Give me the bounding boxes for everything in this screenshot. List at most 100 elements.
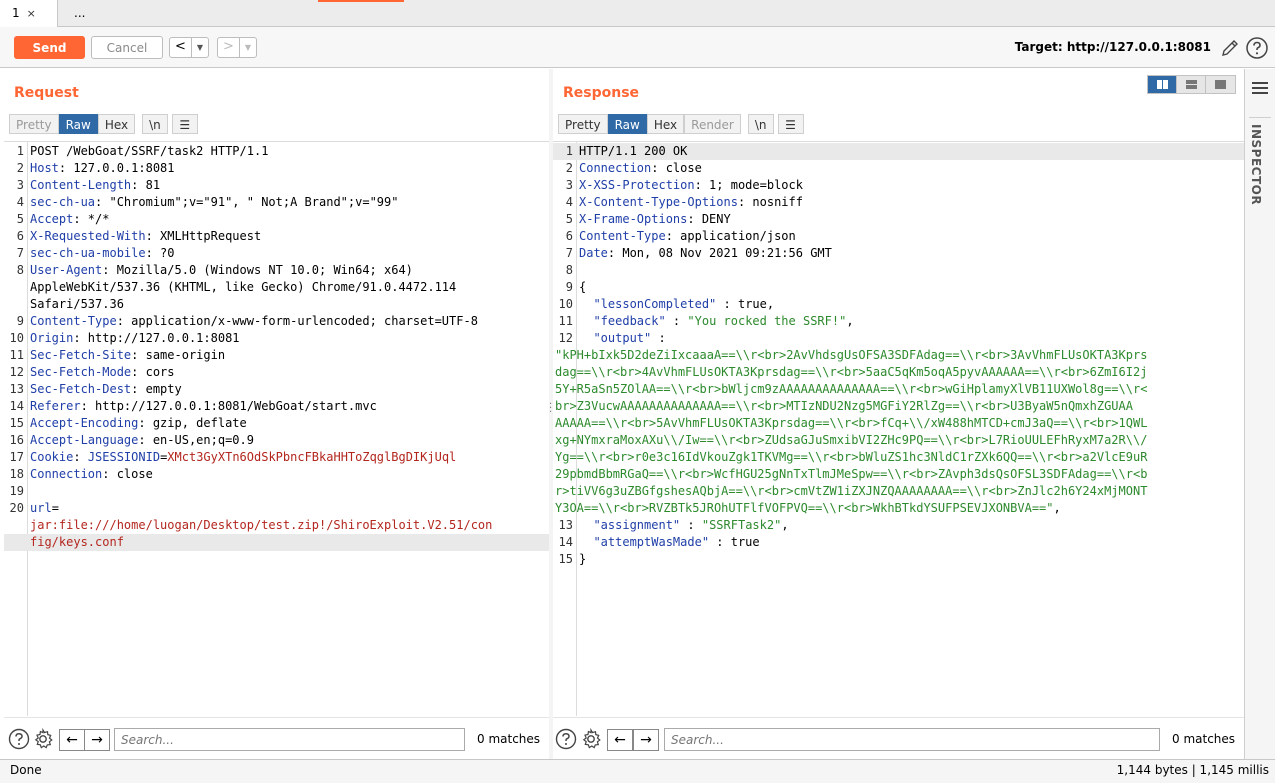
header-name: url: [30, 501, 52, 515]
header-name: Referer: [30, 399, 81, 413]
search-prev-button[interactable]: ←: [607, 729, 633, 751]
gear-icon[interactable]: [580, 728, 602, 750]
cancel-button[interactable]: Cancel: [91, 36, 163, 59]
code-line: r>tiVV6g3uZBGfgshesAQbjA==\\r<br>cmVtZW1…: [553, 483, 1244, 500]
line-text: Y3OA==\\r<br>RVZBTk5JROhUTFlfVOFPVQ==\\r…: [555, 500, 1061, 517]
request-newline-toggle[interactable]: \n: [142, 114, 168, 134]
line-number: 19: [9, 484, 24, 498]
tab-new[interactable]: ...: [62, 0, 102, 27]
response-editor[interactable]: 1 HTTP/1.1 200 OK 2 Connection: close 3 X-XSS…: [553, 141, 1244, 716]
line-number: 8: [565, 263, 573, 277]
line-number: 3: [565, 178, 573, 192]
layout-side-by-side-icon[interactable]: [1148, 76, 1177, 93]
line-number: 4: [565, 195, 573, 209]
inspector-toggle[interactable]: INSPECTOR: [1249, 117, 1271, 237]
tab-1[interactable]: 1 ×: [0, 0, 58, 28]
header-value: : en-US,en;q=0.9: [138, 433, 254, 447]
response-search-input[interactable]: [664, 728, 1160, 751]
line-number: 20: [9, 501, 24, 515]
close-tab-icon[interactable]: ×: [27, 7, 36, 20]
line-number: 1: [565, 144, 573, 158]
response-newline-toggle[interactable]: \n: [747, 114, 774, 134]
line-number: 2: [565, 161, 573, 175]
code-line: 14 Referer: http://127.0.0.1:8081/WebGoat…: [4, 398, 549, 415]
line-text: AAAAA==\\r<br>5AvVhmFLUsOKTA3Kprsdag==\\…: [555, 415, 1147, 432]
code-line: 29pbmdBbmRGaQ==\\r<br>WcfHGU25gNnTxTlmJM…: [553, 466, 1244, 483]
response-menu-icon[interactable]: ☰: [777, 114, 804, 134]
search-prev-button[interactable]: ←: [59, 729, 85, 751]
layout-stacked-icon[interactable]: [1177, 76, 1206, 93]
gear-icon[interactable]: [32, 728, 54, 750]
edit-target-icon[interactable]: [1219, 37, 1241, 59]
line-text: X-Frame-Options: DENY: [579, 211, 731, 228]
back-dropdown-icon[interactable]: ▼: [192, 38, 208, 57]
line-number: 11: [558, 314, 573, 328]
json-punctuation: ,: [846, 314, 854, 328]
header-value: : DENY: [687, 212, 731, 226]
code-line: 5Y+R5aSn5ZOlAA==\\r<br>bWljcm9zAAAAAAAAA…: [553, 381, 1244, 398]
line-text: Cookie: JSESSIONID=XMct3GyXTn6OdSkPbncFB…: [30, 449, 456, 466]
line-text: Accept-Language: en-US,en;q=0.9: [30, 432, 254, 449]
line-text: dag==\\r<br>4AvVhmFLUsOKTA3Kprsdag==\\r<…: [555, 364, 1147, 381]
header-value: : gzip, deflate: [138, 416, 247, 430]
request-menu-icon[interactable]: ☰: [171, 114, 198, 134]
forward-dropdown-icon[interactable]: ▼: [240, 38, 256, 57]
inspector-menu-icon[interactable]: [1252, 82, 1268, 94]
line-number: 5: [16, 212, 24, 226]
status-bar: Done 1,144 bytes | 1,145 millis: [0, 759, 1275, 783]
line-text: "kPH+bIxk5D2deZiIxcaaaA==\\r<br>2AvVhdsg…: [555, 347, 1147, 364]
line-text: User-Agent: Mozilla/5.0 (Windows NT 10.0…: [30, 262, 413, 279]
header-name: X-Frame-Options: [579, 212, 688, 226]
back-button[interactable]: <: [170, 38, 192, 57]
line-number: 7: [565, 246, 573, 260]
request-tab-raw[interactable]: Raw: [58, 114, 98, 134]
toolbar: Send Cancel < ▼ > ▼ Target: http://127.0…: [0, 27, 1275, 68]
code-line: 4 sec-ch-ua: "Chromium";v="91", " Not;A B…: [4, 194, 549, 211]
response-tab-pretty[interactable]: Pretty: [558, 114, 608, 134]
request-tab-pretty[interactable]: Pretty: [9, 114, 59, 134]
line-number: 10: [558, 297, 573, 311]
inspector-sidebar: INSPECTOR: [1244, 69, 1275, 759]
response-title: Response: [563, 85, 640, 101]
response-tab-raw[interactable]: Raw: [607, 114, 647, 134]
request-panel: Request Pretty Raw Hex \n ☰ 1 POST /WebGo…: [4, 69, 549, 759]
code-line: 4 X-Content-Type-Options: nosniff: [553, 194, 1244, 211]
line-number: 8: [16, 263, 24, 277]
status-text: Done: [10, 763, 42, 777]
line-number: 18: [9, 467, 24, 481]
code-line: AppleWebKit/537.36 (KHTML, like Gecko) C…: [4, 279, 549, 296]
line-text: "output" :: [579, 330, 665, 347]
request-search-input[interactable]: [114, 728, 465, 751]
header-value: : application/x-www-form-urlencoded; cha…: [116, 314, 478, 328]
line-text: Host: 127.0.0.1:8081: [30, 160, 175, 177]
header-name: Date: [579, 246, 608, 260]
layout-tabs-icon[interactable]: [1206, 76, 1235, 93]
response-tab-hex[interactable]: Hex: [646, 114, 685, 134]
search-next-button[interactable]: →: [84, 729, 110, 751]
target-label[interactable]: Target: http://127.0.0.1:8081: [1015, 40, 1211, 54]
code-line: xg+NYmxraMoxAXu\\/Iw==\\r<br>ZUdsaGJuSmx…: [553, 432, 1244, 449]
forward-button[interactable]: >: [218, 38, 240, 57]
json-string: "SSRFTask2": [701, 518, 782, 532]
response-tab-render[interactable]: Render: [684, 114, 741, 134]
help-icon[interactable]: [8, 728, 30, 750]
param-value: fig/keys.conf: [30, 535, 124, 549]
line-text: Date: Mon, 08 Nov 2021 09:21:56 GMT: [579, 245, 832, 262]
line-number: 13: [558, 518, 573, 532]
request-tab-hex[interactable]: Hex: [97, 114, 136, 134]
header-value: [579, 518, 593, 532]
header-name: Accept-Language: [30, 433, 139, 447]
code-line: 2 Host: 127.0.0.1:8081: [4, 160, 549, 177]
layout-toggle: [1147, 75, 1236, 94]
send-button[interactable]: Send: [14, 36, 85, 59]
line-text: Origin: http://127.0.0.1:8081: [30, 330, 240, 347]
code-line: Yg==\\r<br>r0e3c16IdVkouZgk1TKVMg==\\r<b…: [553, 449, 1244, 466]
line-text: POST /WebGoat/SSRF/task2 HTTP/1.1: [30, 143, 268, 160]
search-next-button[interactable]: →: [633, 729, 659, 751]
request-editor[interactable]: 1 POST /WebGoat/SSRF/task2 HTTP/1.1 2 Host:…: [4, 141, 549, 716]
help-icon[interactable]: [555, 728, 577, 750]
help-icon[interactable]: [1245, 36, 1269, 60]
line-number: 6: [565, 229, 573, 243]
line-text: Content-Type: application/x-www-form-url…: [30, 313, 478, 330]
line-text: AppleWebKit/537.36 (KHTML, like Gecko) C…: [30, 279, 456, 296]
